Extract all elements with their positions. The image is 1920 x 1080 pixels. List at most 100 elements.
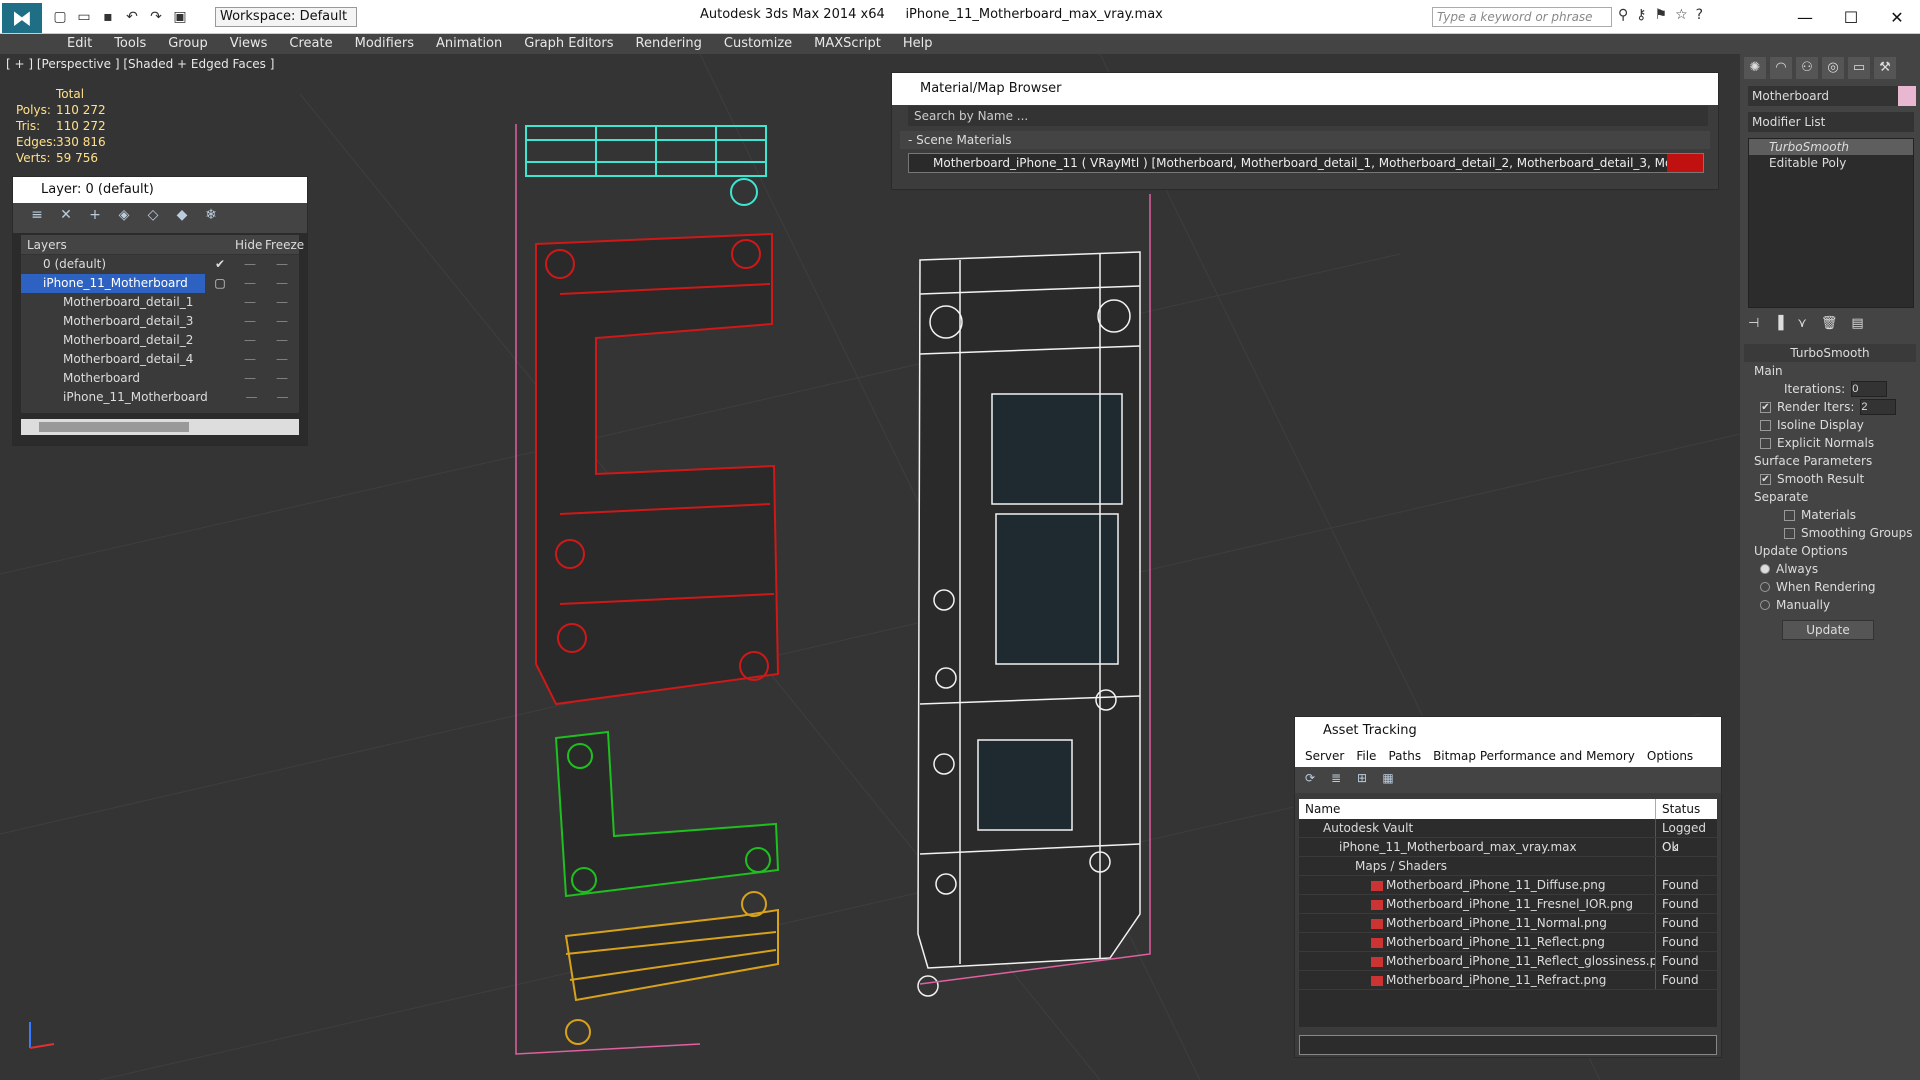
display-tab-icon[interactable]: ▭ [1848,57,1870,79]
redo-icon[interactable]: ↷ [146,8,166,26]
when-rendering-radio[interactable]: When Rendering [1744,578,1916,596]
col-layers[interactable]: Layers [21,235,235,254]
hierarchy-tab-icon[interactable]: ⚇ [1796,57,1818,79]
new-file-icon[interactable]: ▢ [50,8,70,26]
asset-menu-file[interactable]: File [1350,745,1382,767]
communication-icon[interactable]: ⚑ [1655,7,1668,23]
render-iters-spinner[interactable] [1860,399,1897,415]
hide-toggle[interactable]: — [235,274,265,293]
create-layer-icon[interactable]: ≡ [27,207,47,227]
freeze-toggle[interactable]: — [266,388,299,407]
layer-row[interactable]: Motherboard_detail_2 — — [21,331,299,350]
add-selection-icon[interactable]: + [85,207,105,227]
subscription-icon[interactable]: ⚷ [1636,7,1646,23]
close-icon[interactable]: ✕ [1874,0,1920,34]
modifier-list-dropdown[interactable]: Modifier List [1748,112,1914,132]
freeze-all-icon[interactable]: ❄ [201,207,221,227]
scene-materials-section[interactable]: - Scene Materials [900,131,1710,149]
menu-graph-editors[interactable]: Graph Editors [513,34,624,54]
menu-edit[interactable]: Edit [56,34,103,54]
explicit-normals-checkbox[interactable] [1760,437,1771,449]
save-icon[interactable]: ▪ [98,8,118,26]
asset-row[interactable]: iPhone_11_Motherboard_max_vray.max Ok [1299,838,1717,857]
hide-toggle[interactable]: — [235,331,265,350]
materials-control[interactable]: Materials [1744,506,1916,524]
workspace-dropdown[interactable]: Workspace: Default [215,7,357,27]
hide-toggle[interactable]: — [235,350,265,369]
hide-toggle[interactable]: — [235,369,265,388]
layer-row[interactable]: Motherboard_detail_3 — — [21,312,299,331]
remove-modifier-icon[interactable]: 🗑 [1821,316,1838,331]
update-button[interactable]: Update [1782,620,1874,640]
material-browser-title[interactable]: Material/Map Browser [892,73,1718,105]
manually-radio[interactable]: Manually [1744,596,1916,614]
layer-row[interactable]: Motherboard_detail_4 — — [21,350,299,369]
smoothing-groups-control[interactable]: Smoothing Groups [1744,524,1916,542]
asset-menu-server[interactable]: Server [1299,745,1350,767]
asset-row[interactable]: Motherboard_iPhone_11_Reflect_glossiness… [1299,952,1717,971]
modify-tab-icon[interactable]: ◠ [1770,57,1792,79]
layer-row[interactable]: iPhone_11_Motherboard — — [21,388,299,407]
menu-tools[interactable]: Tools [103,34,157,54]
layer-h-scrollbar[interactable] [21,419,299,435]
col-hide[interactable]: Hide [235,235,265,254]
menu-animation[interactable]: Animation [425,34,513,54]
freeze-toggle[interactable]: — [265,350,299,369]
col-name[interactable]: Name [1299,799,1655,819]
menu-modifiers[interactable]: Modifiers [344,34,425,54]
asset-tracking-title[interactable]: Asset Tracking [1295,717,1721,745]
pin-stack-icon[interactable]: ⊣ [1748,316,1759,331]
isoline-checkbox[interactable] [1760,419,1771,431]
table-view-icon[interactable]: ▦ [1379,771,1397,789]
layer-panel-title[interactable]: Layer: 0 (default) [13,177,307,203]
open-file-icon[interactable]: ▭ [74,8,94,26]
menu-rendering[interactable]: Rendering [625,34,713,54]
maximize-icon[interactable]: ☐ [1828,0,1874,34]
stack-turbosmooth[interactable]: TurboSmooth [1749,139,1913,155]
configure-sets-icon[interactable]: ▤ [1851,316,1863,331]
viewport-label[interactable]: [ + ] [Perspective ] [Shaded + Edged Fac… [6,57,274,71]
asset-row[interactable]: Maps / Shaders [1299,857,1717,876]
utilities-tab-icon[interactable]: ⚒ [1874,57,1896,79]
create-tab-icon[interactable]: ✺ [1744,57,1766,79]
motion-tab-icon[interactable]: ◎ [1822,57,1844,79]
freeze-toggle[interactable]: — [265,331,299,350]
asset-row[interactable]: Motherboard_iPhone_11_Normal.png Found [1299,914,1717,933]
hide-toggle[interactable]: — [235,293,265,312]
hide-toggle[interactable]: — [235,312,265,331]
iterations-spinner[interactable] [1851,381,1888,397]
asset-status-field[interactable] [1299,1035,1717,1055]
hide-all-icon[interactable]: ◆ [172,207,192,227]
smoothing-groups-checkbox[interactable] [1784,527,1795,539]
project-folder-icon[interactable]: ▣ [170,8,190,26]
object-name-field[interactable]: Motherboard [1748,86,1898,106]
tree-view-icon[interactable]: ⊞ [1353,771,1371,789]
object-color-swatch[interactable] [1898,86,1916,106]
material-item[interactable]: Motherboard_iPhone_11 ( VRayMtl ) [Mothe… [908,153,1704,173]
col-status[interactable]: Status [1655,799,1717,819]
asset-row[interactable]: Motherboard_iPhone_11_Diffuse.png Found [1299,876,1717,895]
asset-row[interactable]: Motherboard_iPhone_11_Reflect.png Found [1299,933,1717,952]
stack-editable-poly[interactable]: Editable Poly [1749,155,1913,171]
app-logo-icon[interactable]: ⧓ [2,3,42,33]
asset-menu-options[interactable]: Options [1641,745,1699,767]
render-iters-checkbox[interactable]: ✔ [1760,401,1771,413]
explicit-normals-control[interactable]: Explicit Normals [1744,434,1916,452]
material-search-input[interactable]: Search by Name ... [908,106,1708,126]
show-end-result-icon[interactable]: ▐ [1773,316,1783,331]
select-objects-icon[interactable]: ◈ [114,207,134,227]
freeze-toggle[interactable]: — [265,369,299,388]
menu-help[interactable]: Help [892,34,944,54]
hide-toggle[interactable]: — [235,255,265,274]
menu-customize[interactable]: Customize [713,34,803,54]
asset-row[interactable]: Motherboard_iPhone_11_Refract.png Found [1299,971,1717,990]
minimize-icon[interactable]: — [1782,0,1828,34]
smooth-result-control[interactable]: ✔ Smooth Result [1744,470,1916,488]
layer-row[interactable]: Motherboard_detail_1 — — [21,293,299,312]
always-radio[interactable]: Always [1744,560,1916,578]
materials-checkbox[interactable] [1784,509,1795,521]
make-unique-icon[interactable]: ⋎ [1797,316,1807,331]
layer-row[interactable]: 0 (default) ✔ — — [21,255,299,274]
smooth-result-checkbox[interactable]: ✔ [1760,473,1771,485]
asset-menu-bitmap[interactable]: Bitmap Performance and Memory [1427,745,1641,767]
